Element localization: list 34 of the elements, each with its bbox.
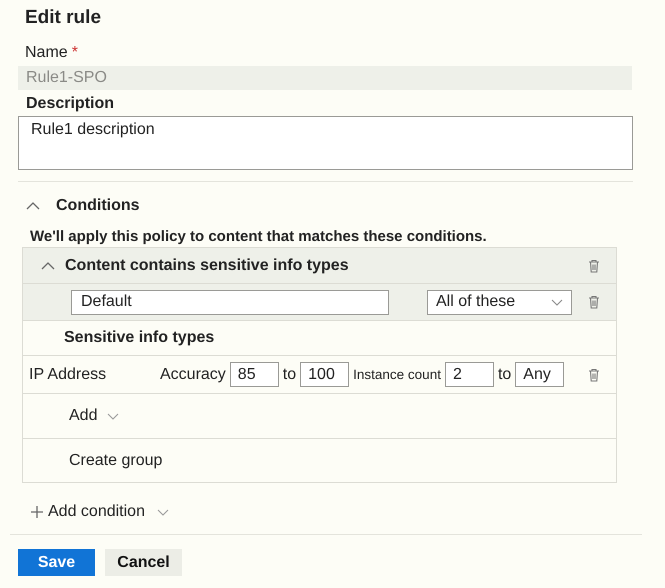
chevron-down-icon: [551, 298, 563, 306]
accuracy-max-field[interactable]: 100: [300, 362, 350, 387]
instance-count-label: Instance count: [353, 367, 441, 382]
group-title: Content contains sensitive info types: [65, 256, 349, 274]
delete-icon[interactable]: [588, 295, 600, 309]
subsection-title: Sensitive info types: [64, 329, 214, 347]
intro-text: We'll apply this policy to content that matches these conditions.: [30, 228, 488, 246]
chevron-down-icon: [107, 412, 120, 420]
range-label: to: [282, 366, 296, 384]
field-label: Description: [26, 95, 116, 113]
match-dropdown[interactable]: All of these: [427, 290, 572, 314]
save-button[interactable]: Save: [18, 549, 95, 576]
plus-icon: [30, 505, 44, 519]
chevron-icon[interactable]: [26, 202, 40, 210]
add-button[interactable]: Add: [69, 407, 120, 425]
chevron-down-icon: [156, 508, 169, 516]
required-mark: *: [72, 44, 78, 62]
count-max-field[interactable]: Any: [515, 362, 564, 387]
chevron-icon[interactable]: [41, 262, 55, 270]
count-min-field[interactable]: 2: [444, 362, 494, 387]
section-title: Conditions: [56, 197, 140, 215]
cancel-button[interactable]: Cancel: [105, 549, 182, 576]
description-field[interactable]: Rule1 description: [18, 116, 633, 170]
delete-icon[interactable]: [588, 258, 600, 272]
delete-icon[interactable]: [588, 368, 600, 382]
group-name-field[interactable]: Default: [71, 290, 389, 314]
field-label: Name: [25, 44, 68, 62]
add-condition-button[interactable]: Add condition: [30, 503, 169, 521]
accuracy-label: Accuracy: [160, 366, 226, 384]
page-title: Edit rule: [25, 6, 102, 30]
range-label: to: [498, 366, 512, 384]
info-type-name: IP Address: [29, 366, 108, 384]
accuracy-min-field[interactable]: 85: [230, 362, 279, 387]
create-group-button[interactable]: Create group: [69, 452, 162, 470]
